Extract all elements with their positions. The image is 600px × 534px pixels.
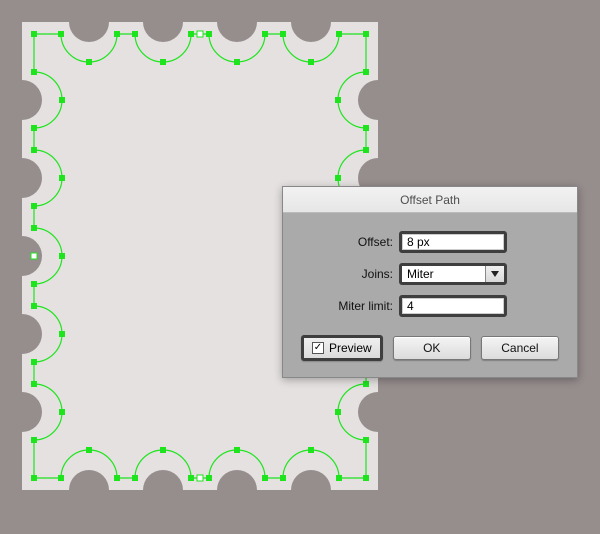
joins-row: Joins: Miter xyxy=(301,263,559,285)
ok-button[interactable]: OK xyxy=(393,336,471,360)
dialog-titlebar[interactable]: Offset Path xyxy=(283,187,577,213)
dialog-body: Offset: Joins: Miter Miter limit: ✓ Prev… xyxy=(283,213,577,377)
miter-label: Miter limit: xyxy=(301,299,399,313)
ok-label: OK xyxy=(423,341,440,355)
offset-label: Offset: xyxy=(301,235,399,249)
preview-checkbox[interactable]: ✓ Preview xyxy=(301,335,383,361)
cancel-label: Cancel xyxy=(501,341,538,355)
joins-select[interactable]: Miter xyxy=(399,263,507,285)
miter-row: Miter limit: xyxy=(301,295,559,317)
miter-input[interactable] xyxy=(399,295,507,317)
offset-row: Offset: xyxy=(301,231,559,253)
offset-input[interactable] xyxy=(399,231,507,253)
dialog-title: Offset Path xyxy=(400,193,460,207)
joins-dropdown-button[interactable] xyxy=(486,266,504,282)
offset-path-dialog: Offset Path Offset: Joins: Miter Miter l… xyxy=(282,186,578,378)
joins-value: Miter xyxy=(402,266,486,282)
chevron-down-icon xyxy=(491,271,499,277)
checkbox-icon: ✓ xyxy=(312,342,324,354)
cancel-button[interactable]: Cancel xyxy=(481,336,559,360)
joins-label: Joins: xyxy=(301,267,399,281)
preview-label: Preview xyxy=(329,341,372,355)
dialog-buttons: ✓ Preview OK Cancel xyxy=(301,335,559,361)
